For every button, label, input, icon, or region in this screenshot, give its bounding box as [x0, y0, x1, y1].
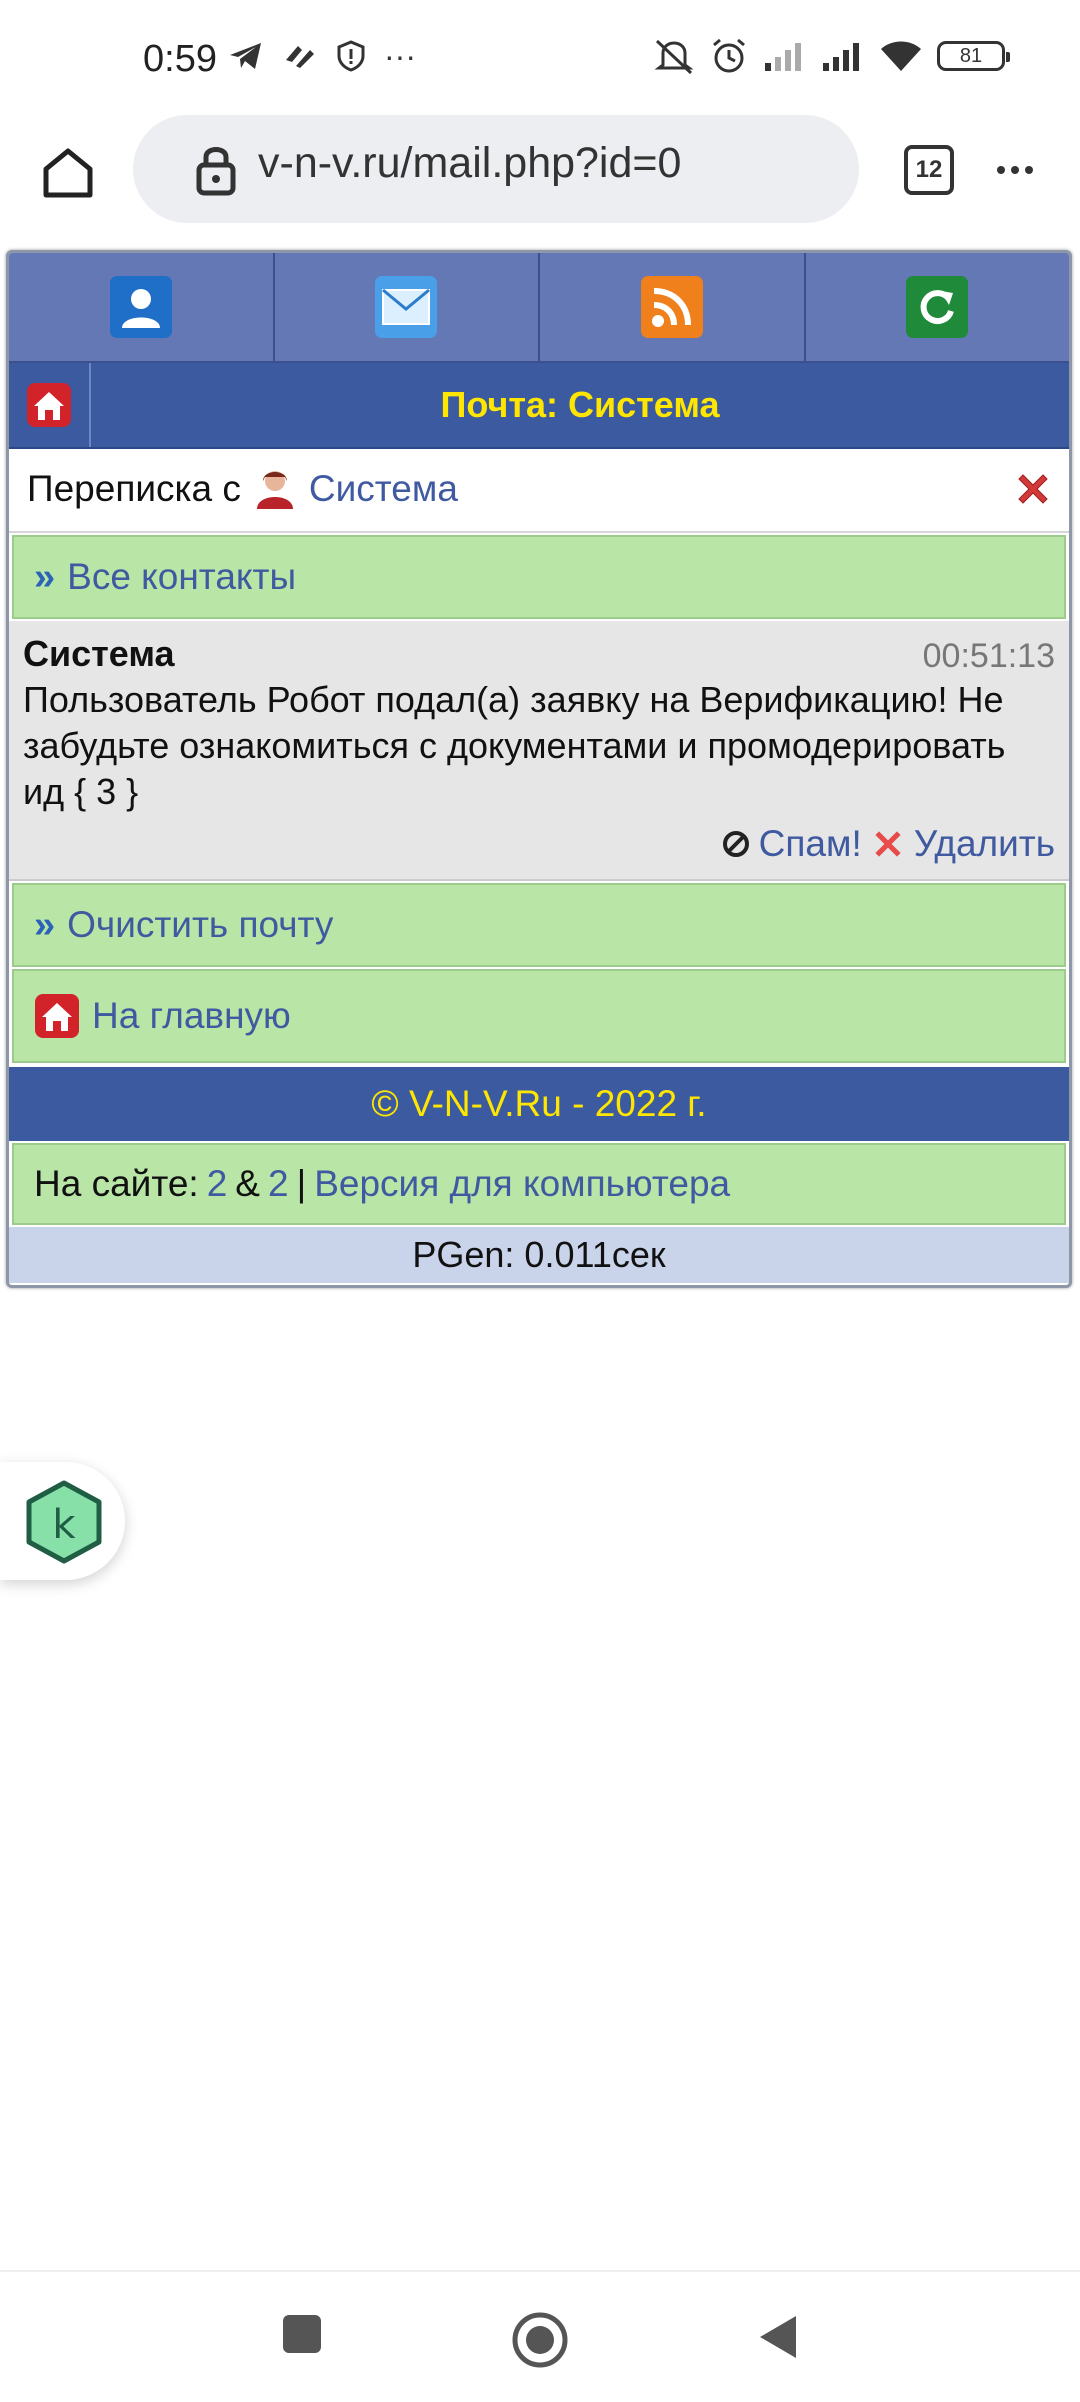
telegram-icon	[230, 43, 261, 69]
lock-icon	[196, 147, 236, 196]
message-body: Пользователь Робот подал(а) заявку на Ве…	[23, 679, 1006, 812]
status-time: 0:59	[143, 38, 217, 80]
online-count2-link[interactable]: 2	[268, 1163, 289, 1205]
delete-icon	[875, 831, 901, 857]
clear-mail-link[interactable]: Очистить почту	[67, 904, 333, 946]
desktop-version-link[interactable]: Версия для компьютера	[314, 1163, 730, 1205]
message-sender: Система	[23, 633, 175, 674]
browser-menu-button[interactable]	[995, 137, 1035, 191]
page-gen-time: PGen: 0.011сек	[9, 1227, 1069, 1283]
message-actions: Спам! Удалить	[23, 823, 1055, 865]
all-contacts-link[interactable]: Все контакты	[67, 556, 296, 598]
svg-text:k: k	[52, 1502, 76, 1548]
mute-icon	[654, 39, 694, 75]
nav-profile[interactable]	[9, 253, 275, 361]
user-avatar-icon	[256, 471, 293, 509]
refresh-icon	[906, 276, 969, 338]
status-left-icons: ···	[228, 40, 416, 72]
nav-mail[interactable]	[275, 253, 540, 361]
signal-strong-icon	[823, 43, 859, 71]
shield-icon	[337, 40, 365, 72]
wifi-icon	[881, 41, 921, 71]
message-time: 00:51:13	[922, 637, 1055, 675]
home-icon	[27, 383, 71, 427]
online-amp: &	[235, 1163, 260, 1204]
tab-switcher-button[interactable]: 12	[904, 145, 954, 195]
status-bar: 0:59 ··· 81	[0, 0, 1080, 115]
profile-icon	[109, 276, 172, 338]
site-frame: Почта: Система Переписка с Система » Все…	[6, 250, 1072, 1288]
browser-toolbar: v-n-v.ru/mail.php?id=0 12	[0, 115, 1080, 245]
app-notification-icon	[286, 46, 314, 68]
floating-assistant-button[interactable]: k	[0, 1462, 125, 1580]
message-item: Система 00:51:13 Пользователь Робот пода…	[9, 621, 1069, 881]
header-home-button[interactable]	[9, 363, 91, 447]
contact-link[interactable]: Система	[309, 468, 458, 510]
close-conversation-icon[interactable]	[1013, 469, 1053, 509]
more-vert-icon	[997, 166, 1033, 174]
conversation-header: Переписка с Система	[9, 449, 1069, 533]
conversation-prefix: Переписка с	[27, 468, 241, 509]
rss-icon	[640, 276, 703, 338]
clear-mail-row[interactable]: » Очистить почту	[12, 883, 1066, 967]
online-count-link[interactable]: 2	[207, 1163, 228, 1205]
mail-header: Почта: Система	[9, 363, 1069, 449]
home-link[interactable]: На главную	[92, 995, 291, 1037]
nav-rss[interactable]	[540, 253, 806, 361]
battery-level: 81	[959, 44, 983, 67]
nav-refresh[interactable]	[806, 253, 1070, 361]
home-icon[interactable]	[38, 143, 98, 203]
site-top-nav	[9, 253, 1069, 363]
mail-icon	[375, 276, 438, 338]
chevron-right-icon: »	[34, 903, 55, 946]
battery-icon: 81	[937, 41, 1010, 71]
k-hexagon-icon: k	[26, 1480, 102, 1564]
online-row: На сайте: 2 & 2 | Версия для компьютера	[12, 1143, 1066, 1225]
back-icon[interactable]	[756, 2312, 800, 2362]
page-title: Почта: Система	[440, 384, 720, 425]
more-notifications-icon: ···	[384, 38, 416, 74]
address-bar[interactable]: v-n-v.ru/mail.php?id=0	[133, 115, 859, 223]
online-separator: |	[296, 1163, 307, 1204]
recents-icon[interactable]	[280, 2312, 324, 2356]
spam-link[interactable]: Спам!	[759, 823, 862, 865]
status-right-icons: 81	[653, 36, 1010, 76]
signal-weak-icon	[765, 43, 801, 71]
copyright-bar: © V-N-V.Ru - 2022 г.	[9, 1067, 1069, 1141]
delete-link[interactable]: Удалить	[914, 823, 1055, 865]
online-label: На сайте:	[34, 1163, 199, 1204]
android-nav-bar	[0, 2270, 1080, 2402]
url-text: v-n-v.ru/mail.php?id=0	[258, 139, 682, 187]
home-icon	[35, 994, 79, 1038]
home-circle-icon[interactable]	[510, 2310, 570, 2370]
spam-icon	[722, 831, 749, 857]
all-contacts-row[interactable]: » Все контакты	[12, 535, 1066, 619]
home-row[interactable]: На главную	[12, 969, 1066, 1063]
alarm-icon	[713, 38, 745, 73]
chevron-right-icon: »	[34, 555, 55, 598]
